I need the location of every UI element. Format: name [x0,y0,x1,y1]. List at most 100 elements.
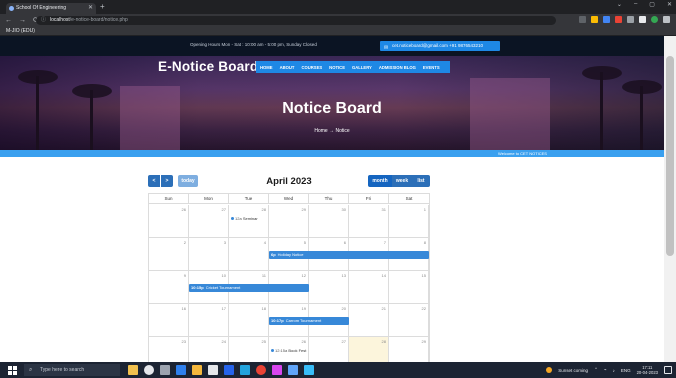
language-indicator[interactable]: ENG [621,368,631,373]
calendar-day[interactable]: 23 [149,337,189,362]
day-number: 12 [301,273,306,278]
nav-admission-blog[interactable]: ADMISSION BLOG [379,65,416,70]
calendar-day[interactable]: 29 [269,205,309,238]
puzzle-icon[interactable] [627,16,634,23]
calendar-day[interactable]: 25 [229,337,269,362]
day-number: 16 [181,306,186,311]
calendar-day[interactable]: 21 [349,304,389,337]
app-thumbnail-icon[interactable] [128,365,138,375]
calendar-day[interactable]: 17 [189,304,229,337]
calendar-event[interactable]: 10:17p Carrom Tournament [269,317,349,325]
week-view-button[interactable]: week [392,175,412,187]
calendar-event[interactable]: 10:15p Cricket Tournament [189,284,309,292]
share-icon[interactable] [579,16,586,23]
tab-title: School Of Engineering [16,5,67,11]
calendar-day[interactable]: 3 [189,238,229,271]
calendar-day[interactable]: 2 [149,238,189,271]
calendar-day[interactable]: 15 [389,271,429,304]
scrollbar-thumb[interactable] [666,56,674,256]
page-scrollbar[interactable] [664,36,676,362]
windows-start-icon[interactable] [8,366,17,375]
calendar-day[interactable]: 29 [389,337,429,362]
month-view-button[interactable]: month [368,175,392,187]
app-blue-icon[interactable] [288,365,298,375]
calendar-day[interactable]: 27 [309,337,349,362]
nav-events[interactable]: EVENTS [423,65,440,70]
weather-text[interactable]: Sunset coming [558,368,588,373]
extension-blue-icon[interactable] [603,16,610,23]
calendar-day[interactable]: 26 [149,205,189,238]
extension-icons [579,16,670,23]
app-cyan-icon[interactable] [304,365,314,375]
task-view-icon[interactable] [160,365,170,375]
event-time: 12a [235,216,242,221]
calendar-grid: Sun Mon Tue Wed Thu Fri Sat 26 27 28 29 … [148,193,430,362]
chevron-down-icon[interactable]: ⌄ [617,1,622,8]
nav-gallery[interactable]: GALLERY [352,65,372,70]
nav-about[interactable]: ABOUT [280,65,295,70]
calendar-event[interactable]: 12:15a Book Fest [271,348,306,353]
site-logo[interactable]: E-Notice Board [158,59,258,74]
calendar-day[interactable]: 1 [389,205,429,238]
star-icon[interactable] [591,16,598,23]
calendar-day[interactable]: 30 [309,205,349,238]
back-icon[interactable]: ← [5,15,12,26]
file-explorer-icon[interactable] [192,365,202,375]
nav-notice[interactable]: NOTICE [329,65,345,70]
event-title: Cricket Tournament [205,285,241,290]
taskbar-search-input[interactable]: ⌕ Type here to search [24,364,120,376]
minimize-icon[interactable]: – [634,1,637,8]
store-icon[interactable] [208,365,218,375]
nav-courses[interactable]: COURSES [301,65,322,70]
forward-icon[interactable]: → [19,15,26,26]
mail-app-icon[interactable] [224,365,234,375]
network-icon[interactable]: ⌁ [604,367,607,373]
vscode-icon[interactable] [240,365,250,375]
day-number: 6 [343,240,346,245]
volume-icon[interactable]: ♪ [613,368,615,373]
edge-icon[interactable] [176,365,186,375]
calendar-event[interactable]: 12a Seminar [231,216,258,221]
calendar-day[interactable]: 13 [309,271,349,304]
calendar-day[interactable]: 9 [149,271,189,304]
chrome-icon[interactable] [256,365,266,375]
day-number: 21 [381,306,386,311]
calendar-day[interactable]: 22 [389,304,429,337]
list-view-button[interactable]: list [412,175,430,187]
opening-hours: Opening Hours Mon - Sat : 10:00 am - 5:0… [190,42,317,47]
calendar-day[interactable]: 16 [149,304,189,337]
app-purple-icon[interactable] [272,365,282,375]
calendar-day[interactable]: 28 [229,205,269,238]
calendar-day[interactable]: 14 [349,271,389,304]
sidepanel-icon[interactable] [639,16,646,23]
calendar-day[interactable]: 4 [229,238,269,271]
notification-icon[interactable] [664,366,672,374]
cortana-icon[interactable] [144,365,154,375]
extension-red-icon[interactable] [615,16,622,23]
browser-tab[interactable]: School Of Engineering ✕ [6,3,96,14]
close-window-icon[interactable]: ✕ [667,1,672,8]
chevron-up-icon[interactable]: ⌃ [594,367,598,373]
clock[interactable]: 17:11 20-04-2023 [637,365,658,375]
breadcrumb-home[interactable]: Home [314,128,327,134]
nav-home[interactable]: HOME [260,65,273,70]
avatar[interactable] [651,16,658,23]
calendar-day[interactable]: 27 [189,205,229,238]
maximize-icon[interactable]: ▢ [649,1,655,8]
day-number: 20 [341,306,346,311]
palm-trunk [90,90,93,150]
day-number: 18 [261,306,266,311]
new-tab-button[interactable]: + [100,2,105,12]
bookmark-item[interactable]: M-JIO (EDU) [6,28,35,34]
tab-close-icon[interactable]: ✕ [88,3,93,14]
info-icon[interactable]: ⓘ [41,16,46,25]
calendar-day[interactable]: 31 [349,205,389,238]
url-input[interactable]: ⓘ localhost/e-notice-board/notice.php [36,16,556,25]
breadcrumb: Home → Notice [0,128,664,134]
kebab-menu-icon[interactable] [663,16,670,23]
contact-badge[interactable]: ✉ cet.noticeboard@gmail.com +91 98765432… [380,41,500,51]
calendar-event[interactable]: 6p Holiday Notice [269,251,429,259]
calendar-day-today[interactable]: 28 [349,337,389,362]
calendar-day[interactable]: 24 [189,337,229,362]
calendar-day[interactable]: 18 [229,304,269,337]
